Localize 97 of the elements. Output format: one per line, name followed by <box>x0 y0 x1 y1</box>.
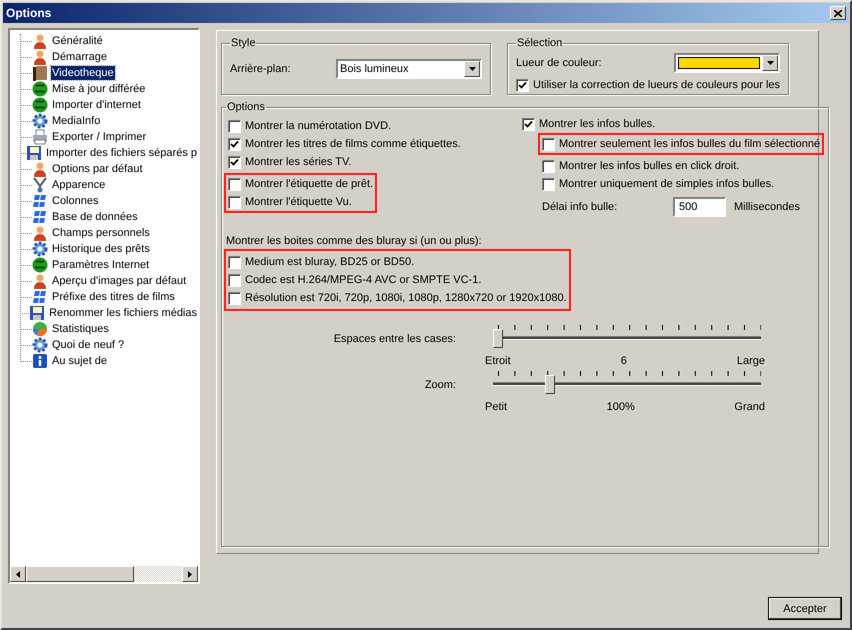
tree-item[interactable]: Champs personnels <box>51 226 151 240</box>
tree-item[interactable]: Colonnes <box>51 194 100 208</box>
dropdown-arrow-icon <box>766 61 774 65</box>
checkbox[interactable] <box>228 178 241 190</box>
tree-item[interactable]: Aperçu d'images par défaut <box>51 274 188 288</box>
tree-item[interactable]: Apparence <box>51 178 106 192</box>
info-icon <box>32 353 48 369</box>
tree-item[interactable]: MediaInfo <box>51 114 102 128</box>
min-label: Petit <box>485 401 508 413</box>
field-label: Délai info bulle: <box>542 201 618 213</box>
tree-item[interactable]: Options par défaut <box>51 162 144 176</box>
windows-icon <box>32 193 48 209</box>
background-dropdown[interactable]: Bois lumineux <box>336 59 482 79</box>
tree-item[interactable]: Généralité <box>51 34 104 48</box>
person-icon <box>32 33 48 49</box>
person-icon <box>32 49 48 65</box>
pie-chart-icon <box>32 321 48 337</box>
windows-icon <box>32 209 48 225</box>
checkbox[interactable] <box>542 138 555 150</box>
slider-label: Zoom: <box>424 378 456 393</box>
checkbox-label: Montrer les infos bulles. <box>539 118 656 130</box>
tree-item[interactable]: Videotheque <box>51 66 115 80</box>
min-label: Etroit <box>485 355 511 367</box>
checkbox-label: Montrer uniquement de simples infos bulles. <box>559 178 774 190</box>
gear-icon <box>32 113 48 129</box>
checkbox-label: Montrer les séries TV. <box>245 156 352 168</box>
checkbox[interactable] <box>228 256 241 268</box>
checkbox[interactable] <box>228 156 241 168</box>
tree-item[interactable]: Importer d'internet <box>51 98 142 112</box>
checkbox-label: Montrer les infos bulles en click droit. <box>559 160 740 172</box>
checkbox-label: Montrer l'étiquette de prêt. <box>245 178 374 190</box>
right-arrow-icon <box>188 570 192 578</box>
checkbox[interactable] <box>522 118 535 130</box>
slider-thumb[interactable] <box>493 329 503 348</box>
checkbox[interactable] <box>228 292 241 304</box>
slider-thumb[interactable] <box>544 375 555 394</box>
color-dropdown[interactable] <box>674 53 780 73</box>
tree-item[interactable]: Base de données <box>51 210 139 224</box>
dropdown-arrow-icon <box>468 67 476 71</box>
person-icon <box>32 225 48 241</box>
tree-item[interactable]: Historique des prêts <box>51 242 151 256</box>
tree-item[interactable]: Renommer les fichiers médias <box>48 306 198 320</box>
checkbox[interactable] <box>228 274 241 286</box>
tree-item[interactable]: Préfixe des titres de films <box>51 290 176 304</box>
globe-icon <box>32 257 48 273</box>
checkbox-label: Codec est H.264/MPEG-4 AVC or SMPTE VC-1. <box>245 274 482 286</box>
slider[interactable] <box>493 325 761 349</box>
max-label: Large <box>736 355 765 367</box>
tools-icon <box>32 177 48 193</box>
globe-icon <box>32 97 48 113</box>
checkbox[interactable] <box>516 78 529 92</box>
gear-icon <box>32 337 48 353</box>
max-label: Grand <box>734 401 765 413</box>
checkbox-label: Montrer les titres de films comme étiquettes. <box>245 138 461 150</box>
unit-label: Millisecondes <box>734 201 800 213</box>
checkbox[interactable] <box>542 160 555 172</box>
checkbox-label: Utiliser la correction de lueurs de couleurs pour les <box>533 79 780 91</box>
tree-item[interactable]: Paramètres Internet <box>51 258 150 272</box>
group-title: Style <box>230 37 256 49</box>
tree-item[interactable]: Démarrage <box>51 50 108 64</box>
windows-icon <box>32 289 48 305</box>
slider[interactable] <box>493 371 761 395</box>
checkbox-label: Medium est bluray, BD25 or BD50. <box>245 256 414 268</box>
field-label: Arrière-plan: <box>230 63 291 75</box>
tree-item[interactable]: Au sujet de <box>51 354 108 368</box>
book-icon <box>32 65 48 81</box>
value-label: 100% <box>606 401 635 413</box>
slider-label: Espaces entre les cases: <box>332 332 456 347</box>
accept-button[interactable]: Accepter <box>768 597 842 620</box>
close-icon <box>834 10 842 16</box>
field-label: Lueur de couleur: <box>516 57 602 69</box>
gear-icon <box>32 241 48 257</box>
horizontal-scrollbar[interactable] <box>10 566 198 582</box>
person-icon <box>32 161 48 177</box>
close-button[interactable] <box>830 6 846 20</box>
checkbox[interactable] <box>228 196 241 208</box>
checkbox-label: Montrer l'étiquette Vu. <box>245 196 352 208</box>
tree-item[interactable]: Mise à jour différée <box>51 82 146 96</box>
checkbox-label: Montrer seulement les infos bulles du film sélectionné <box>559 138 820 150</box>
tree-item[interactable]: Statistiques <box>51 322 110 336</box>
tree-item[interactable]: Exporter / Imprimer <box>51 130 148 144</box>
checkbox[interactable] <box>228 138 241 150</box>
checkbox-label: Montrer la numérotation DVD. <box>245 120 392 132</box>
person-icon <box>32 273 48 289</box>
tree-item[interactable]: Quoi de neuf ? <box>51 338 126 352</box>
group-title: Sélection <box>516 37 564 49</box>
checkbox-label: Résolution est 720i, 720p, 1080i, 1080p, 1280x720 or 1920x1080. <box>245 292 567 304</box>
value-label: 6 <box>620 355 627 367</box>
tree-item[interactable]: Importer des fichiers séparés p <box>44 146 198 160</box>
left-arrow-icon <box>16 570 20 578</box>
section-heading: Montrer les boites comme des bluray si (un ou plus): <box>226 235 483 247</box>
group-title: Options <box>226 101 266 113</box>
window-title: Options <box>6 6 52 20</box>
checkbox[interactable] <box>228 120 241 132</box>
globe-icon <box>32 81 48 97</box>
delay-input[interactable]: 500 <box>673 197 726 217</box>
checkbox[interactable] <box>542 178 555 190</box>
